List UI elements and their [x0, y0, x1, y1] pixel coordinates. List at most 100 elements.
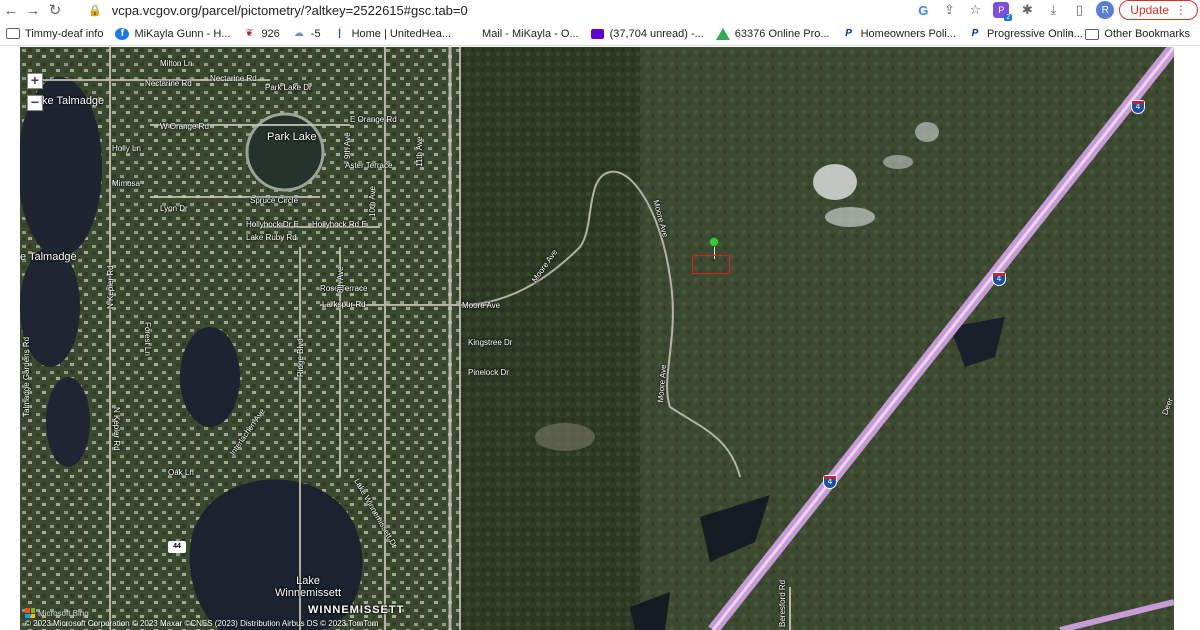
- folder-icon: [6, 28, 20, 40]
- reload-button[interactable]: ↻: [44, 0, 66, 20]
- zoom-in-button[interactable]: +: [27, 73, 43, 89]
- map-label-milton-ln: Milton Ln: [160, 59, 193, 68]
- microsoft-icon: [25, 608, 35, 618]
- lock-icon: 🔒: [88, 4, 102, 17]
- address-bar[interactable]: vcpa.vcgov.org/parcel/pictometry/?altkey…: [112, 3, 468, 18]
- location-pin-icon[interactable]: [709, 237, 719, 247]
- map-imagery: [20, 47, 1174, 630]
- map-label-n-kepler-rd: N Kepler Rd: [106, 265, 115, 309]
- bookmark-star-icon[interactable]: ☆: [963, 0, 987, 20]
- browser-toolbar: ← → ↻ 🔒 vcpa.vcgov.org/parcel/pictometry…: [0, 0, 1200, 21]
- parcel-outline[interactable]: [692, 255, 730, 274]
- bookmark-mail-outlook[interactable]: Mail - MiKayla - O...: [457, 22, 585, 46]
- update-button[interactable]: Update ⋮: [1119, 0, 1198, 20]
- bookmark-weather[interactable]: ☁ -5: [286, 22, 327, 46]
- map-label-pinelock-dr: Pinelock Dr: [468, 368, 509, 377]
- back-arrow-icon: ←: [3, 1, 19, 19]
- map-label-w-orange-rd: W Orange Rd: [160, 122, 209, 131]
- map-label-park-lake: Park Lake: [267, 131, 317, 143]
- extension-badge: 2: [1004, 14, 1013, 21]
- bookmark-unitedhealth[interactable]: | Home | UnitedHea...: [327, 22, 457, 46]
- map-label-9th-ave: 9th Ave: [343, 132, 352, 159]
- map-label-lyon-dr: Lyon Dr: [160, 204, 188, 213]
- interstate-4-shield: 4: [992, 272, 1006, 286]
- map-label-mimosa: Mimosa: [112, 179, 141, 188]
- map-label-kepler-rd: N Kepler Rd: [112, 407, 121, 451]
- bookmark-mikayla-facebook[interactable]: f MiKayla Gunn - H...: [109, 22, 236, 46]
- bookmark-label: Home | UnitedHea...: [351, 27, 452, 40]
- bing-logo: Microsoft Bing: [25, 608, 89, 618]
- profile-button[interactable]: R: [1093, 0, 1117, 20]
- share-icon[interactable]: ⇪: [937, 0, 961, 20]
- bookmark-926[interactable]: ❦ 926: [236, 22, 285, 46]
- zoom-controls: + −: [27, 73, 43, 111]
- map-label-talmadge-gardens-rd: Talmadge Gardens Rd: [22, 336, 31, 417]
- map-label-10th-ave: 10th Ave: [368, 186, 377, 217]
- avatar: R: [1096, 1, 1115, 19]
- map-label-hollyhock-rd-e: Hollyhock Rd E: [312, 220, 367, 229]
- map-label-nectarine-rd-east: Nectarine Rd: [210, 74, 257, 83]
- bookmark-online-pro[interactable]: 63376 Online Pro...: [710, 22, 836, 46]
- map-label-ridge-blvd: Ridge Blvd: [296, 338, 305, 377]
- weather-icon: ☁: [293, 28, 304, 39]
- toolbar-icons: G ⇪ ☆ P2 ✱ ⤓ ▯ R Update ⋮: [911, 0, 1200, 21]
- map-label-oak-ln: Oak Ln: [168, 468, 194, 477]
- update-label: Update: [1130, 3, 1169, 17]
- bookmark-label: (37,704 unread) -...: [609, 27, 704, 40]
- map-label-larkspur-rd: Larkspur Rd: [322, 300, 366, 309]
- bookmark-label: -5: [310, 27, 321, 40]
- bookmark-label: 926: [261, 27, 280, 40]
- side-panel-icon[interactable]: ▯: [1067, 0, 1091, 20]
- yahoo-mail-icon: [591, 28, 605, 40]
- zoom-out-button[interactable]: −: [27, 95, 43, 111]
- map-label-holly-ln: Holly Ln: [112, 144, 141, 153]
- google-lens-icon[interactable]: G: [911, 0, 935, 20]
- map-copyright: © 2023 Microsoft Corporation © 2023 Maxa…: [25, 619, 379, 628]
- other-bookmarks[interactable]: Other Bookmarks: [1079, 22, 1196, 46]
- forward-button[interactable]: →: [22, 0, 44, 20]
- extension-button[interactable]: P2: [989, 0, 1013, 21]
- paw-icon: ❦: [245, 28, 254, 39]
- facebook-icon: f: [115, 27, 130, 40]
- map-label-beresford-rd: Beresford Rd: [778, 579, 787, 627]
- aerial-map[interactable]: + − Milton Ln Nectarine Rd Nectarine Rd …: [20, 47, 1174, 630]
- folder-icon: [1085, 28, 1100, 40]
- route-44-shield: 44: [168, 541, 186, 553]
- uhc-icon: |: [338, 28, 341, 39]
- bookmarks-overflow-button[interactable]: »: [1067, 28, 1073, 40]
- map-label-spruce-circle: Spruce Circle: [250, 196, 299, 205]
- bookmark-label: Homeowners Poli...: [860, 27, 956, 40]
- ads-icon: [715, 27, 730, 40]
- bookmark-yahoo-mail[interactable]: (37,704 unread) -...: [585, 22, 710, 46]
- forward-arrow-icon: →: [25, 1, 41, 19]
- map-label-8th-ave: 8th Ave: [336, 266, 345, 293]
- map-label-lake-ruby-rd: Lake Ruby Rd: [246, 233, 297, 242]
- bing-label: Microsoft Bing: [38, 608, 89, 618]
- bookmark-label: MiKayla Gunn - H...: [134, 27, 231, 40]
- map-label-lake-talmadge-2: e Talmadge: [20, 251, 77, 263]
- map-label-nectarine-rd: Nectarine Rd: [145, 79, 192, 88]
- progressive-icon: P: [845, 28, 852, 39]
- map-label-11th-ave: 11th Ave: [415, 136, 424, 167]
- extension-icon: P2: [993, 2, 1013, 21]
- microsoft-icon: [463, 28, 477, 40]
- map-label-park-lake-dr: Park Lake Dr: [265, 83, 312, 92]
- map-label-lake-winnemissett: Lake Winnemissett: [275, 575, 342, 599]
- bookmark-homeowners[interactable]: P Homeowners Poli...: [836, 22, 962, 46]
- bookmark-label: Timmy-deaf info: [25, 27, 104, 40]
- progressive-icon: P: [971, 28, 979, 39]
- map-label-e-orange-rd: E Orange Rd: [350, 115, 397, 124]
- bookmarks-bar: Timmy-deaf info f MiKayla Gunn - H... ❦ …: [0, 22, 1200, 46]
- back-button[interactable]: ←: [0, 0, 22, 20]
- map-label-winnemissett: WINNEMISSETT: [308, 604, 405, 616]
- bookmark-label: 63376 Online Pro...: [734, 27, 830, 40]
- interstate-4-shield: 4: [823, 475, 837, 489]
- bookmark-label: Mail - MiKayla - O...: [482, 27, 579, 40]
- interstate-4-shield: 4: [1131, 100, 1145, 114]
- bookmark-timmy[interactable]: Timmy-deaf info: [0, 22, 109, 46]
- download-icon[interactable]: ⤓: [1041, 0, 1065, 20]
- more-menu-icon: ⋮: [1175, 3, 1187, 17]
- extensions-puzzle-icon[interactable]: ✱: [1015, 0, 1039, 20]
- reload-icon: ↻: [48, 2, 62, 19]
- bookmark-label: Other Bookmarks: [1104, 28, 1190, 40]
